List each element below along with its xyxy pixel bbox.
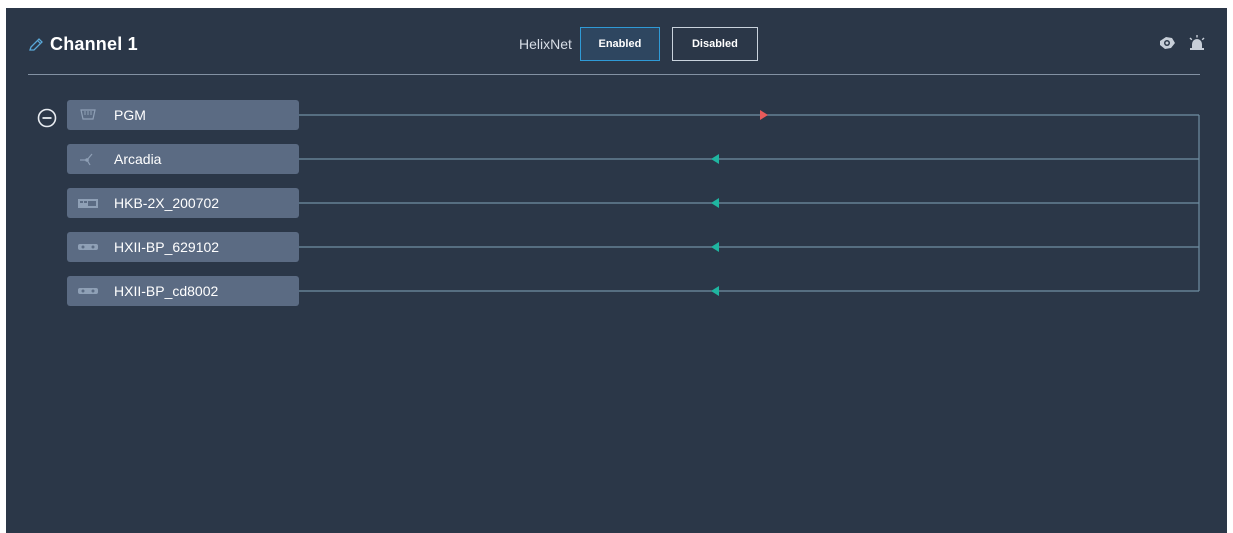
listen-arrow bbox=[711, 286, 719, 296]
device-row-hxii-bp-629102[interactable]: HXII-BP_629102 bbox=[67, 232, 299, 262]
network-device-icon bbox=[80, 153, 93, 166]
device-row-hkb[interactable]: HKB-2X_200702 bbox=[67, 188, 299, 218]
connection-diagram bbox=[299, 110, 1200, 296]
device-label: HKB-2X_200702 bbox=[114, 195, 220, 211]
keypanel-icon bbox=[78, 199, 98, 208]
beltpack-icon bbox=[78, 288, 98, 294]
program-input-icon bbox=[80, 109, 96, 120]
beltpack-icon bbox=[78, 244, 98, 250]
device-label: Arcadia bbox=[114, 151, 162, 167]
device-label: HXII-BP_cd8002 bbox=[114, 283, 219, 299]
device-row-arcadia[interactable]: Arcadia bbox=[67, 144, 299, 174]
listen-arrow bbox=[711, 242, 719, 252]
talk-arrow bbox=[760, 110, 768, 120]
channel-panel: Channel 1 HelixNet Enabled Disabled PGM … bbox=[6, 8, 1227, 533]
device-label: PGM bbox=[114, 107, 146, 123]
device-label: HXII-BP_629102 bbox=[114, 239, 220, 255]
device-row-hxii-bp-cd8002[interactable]: HXII-BP_cd8002 bbox=[67, 276, 299, 306]
listen-arrow bbox=[711, 198, 719, 208]
listen-arrow bbox=[711, 154, 719, 164]
device-row-pgm[interactable]: PGM bbox=[67, 100, 299, 130]
